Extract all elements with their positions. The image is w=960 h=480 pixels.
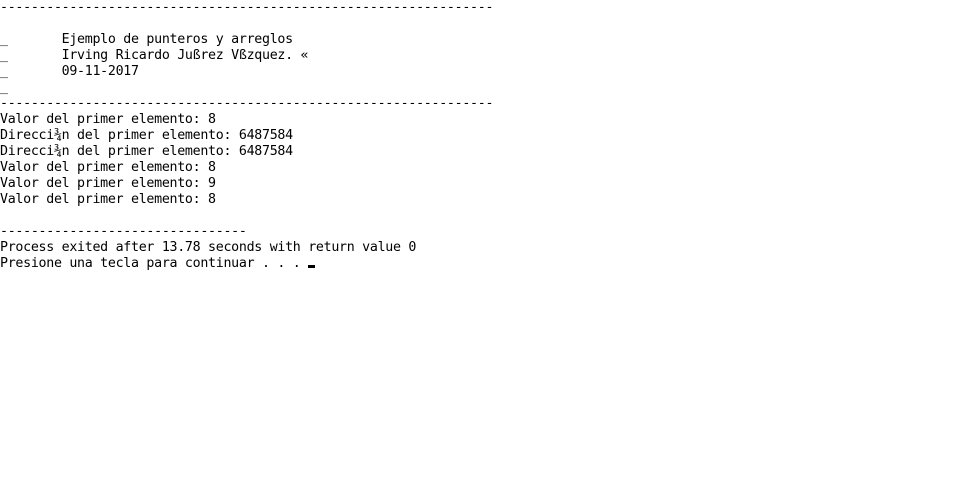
date-line: _ 09-11-2017 <box>0 64 139 79</box>
header-end-line: _ <box>0 80 8 95</box>
output-line: Direcci¾n del primer elemento: 6487584 <box>0 144 293 159</box>
header-separator-top: ----------------------------------------… <box>0 0 494 15</box>
output-line: Valor del primer elemento: 8 <box>0 160 216 175</box>
console-window[interactable]: ----------------------------------------… <box>0 0 960 480</box>
process-exit-message: Process exited after 13.78 seconds with … <box>0 240 417 255</box>
output-line: Valor del primer elemento: 9 <box>0 176 216 191</box>
header-separator-bottom: ----------------------------------------… <box>0 96 494 111</box>
program-title-line: _ Ejemplo de punteros y arreglos <box>0 32 293 47</box>
exit-separator: -------------------------------- <box>0 224 247 239</box>
text-cursor <box>308 265 316 268</box>
continue-prompt: Presione una tecla para continuar . . . <box>0 256 309 271</box>
output-line: Valor del primer elemento: 8 <box>0 192 216 207</box>
output-line: Direcci¾n del primer elemento: 6487584 <box>0 128 293 143</box>
author-line: _ Irving Ricardo Jußrez Vßzquez. « <box>0 48 309 63</box>
output-line: Valor del primer elemento: 8 <box>0 112 216 127</box>
prompt-line[interactable]: Presione una tecla para continuar . . . <box>0 256 960 272</box>
